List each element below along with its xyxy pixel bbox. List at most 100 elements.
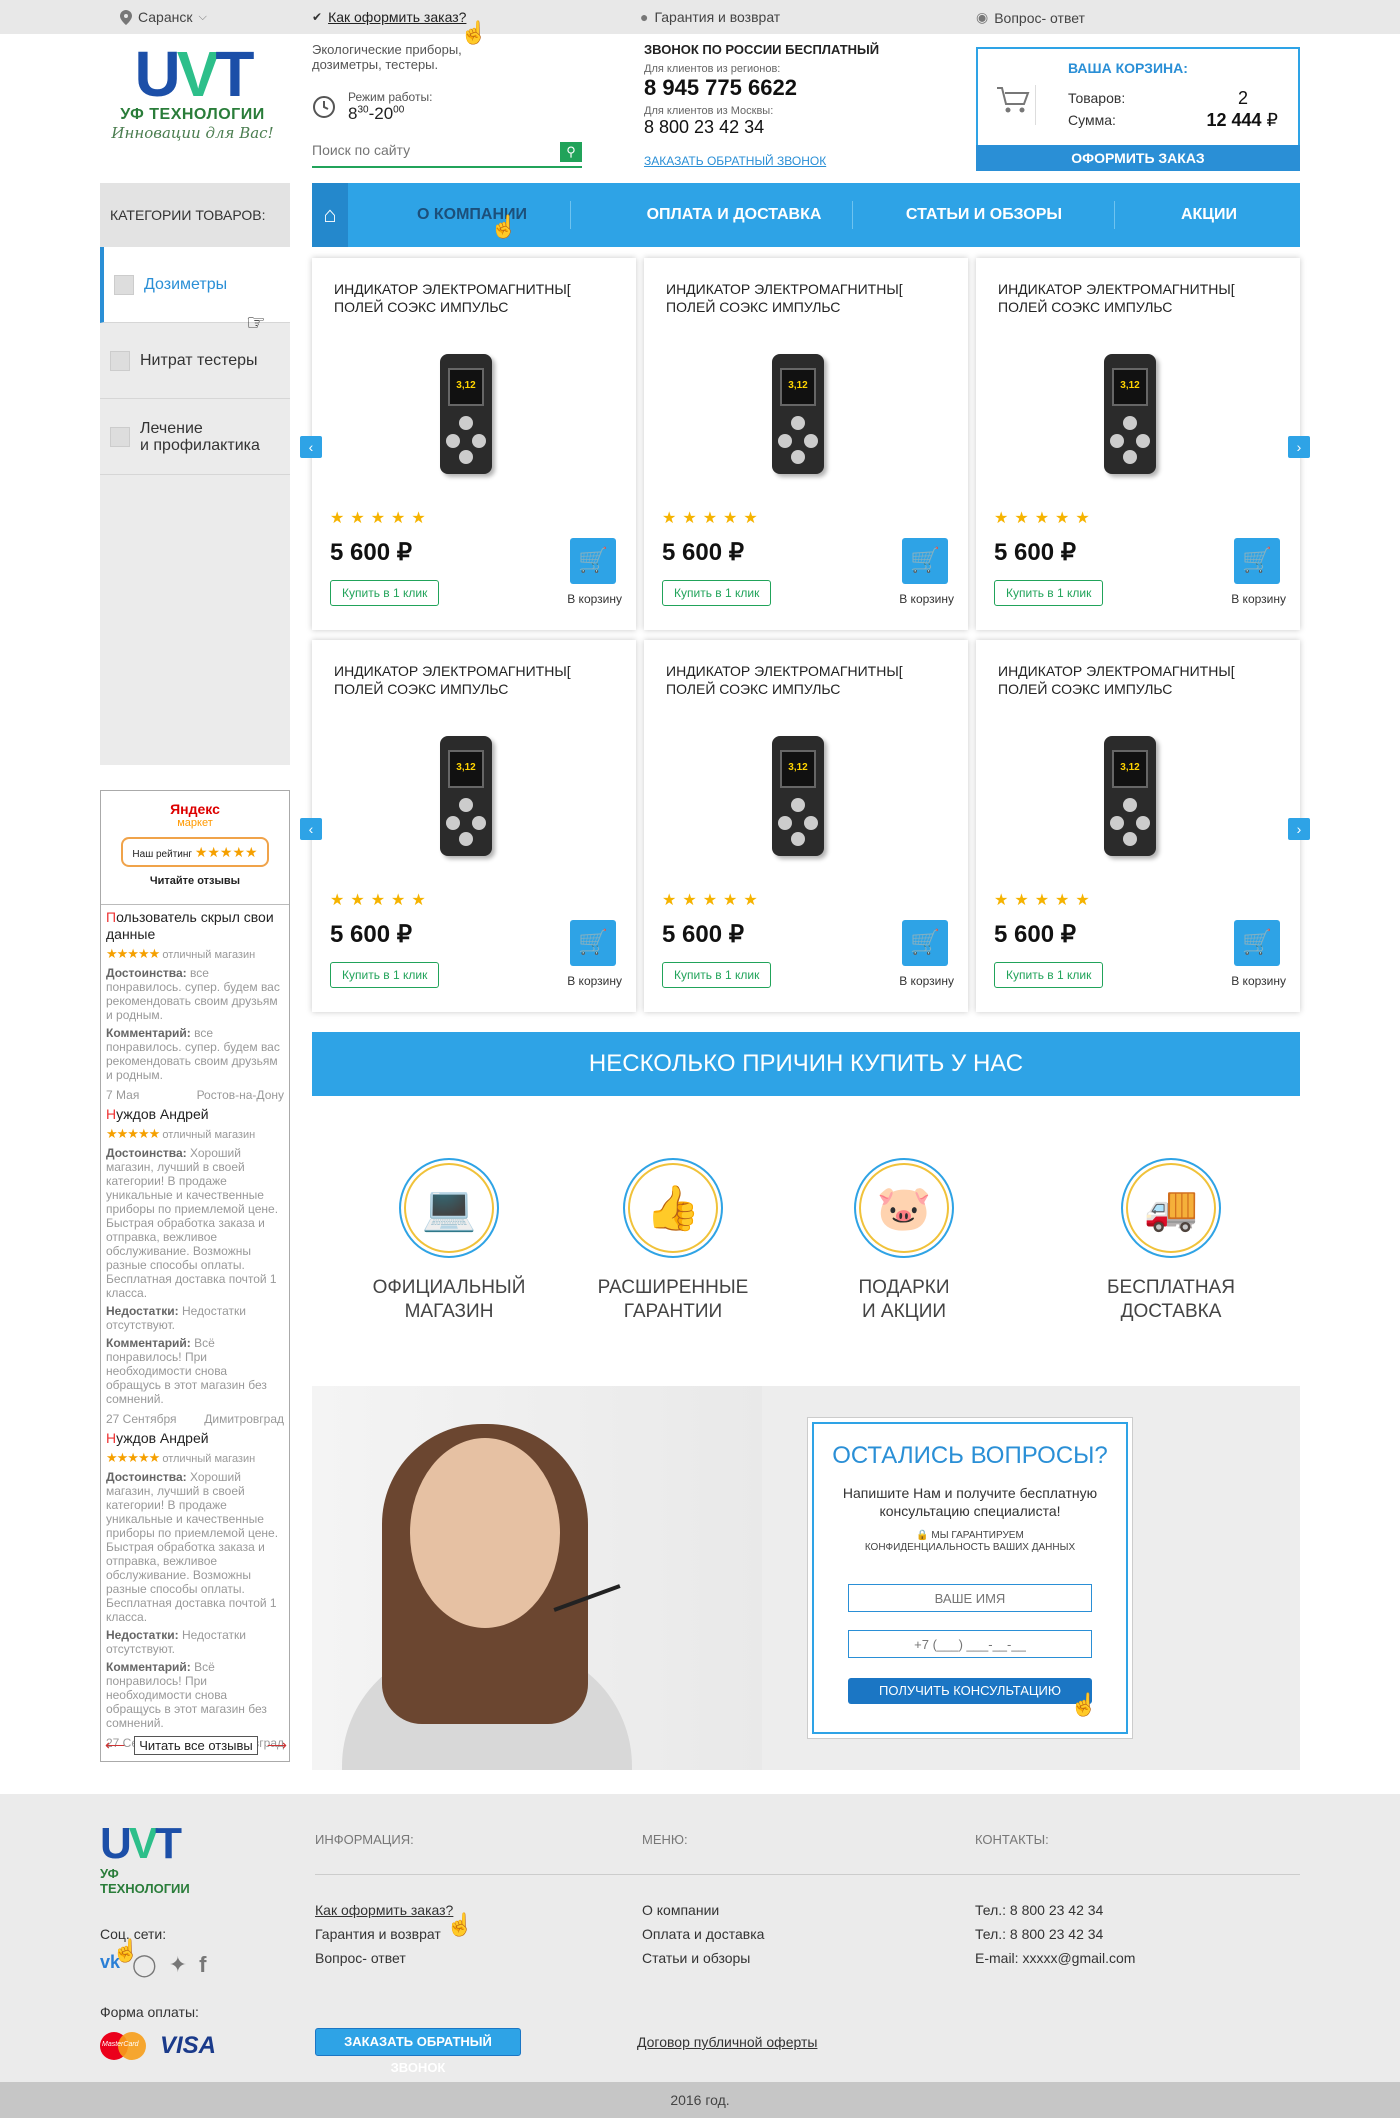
rating-stars: ★★★★★ — [662, 510, 764, 527]
footer-callback-button[interactable]: ЗАКАЗАТЬ ОБРАТНЫЙ ЗВОНОК — [315, 2028, 521, 2075]
phone-field[interactable] — [848, 1630, 1092, 1658]
buy-one-click-button[interactable]: Купить в 1 клик — [662, 962, 772, 988]
arrow-left-icon[interactable]: ⟵ — [105, 1737, 125, 1754]
footer-logo[interactable]: UVT УФ ТЕХНОЛОГИИ — [100, 1819, 210, 1897]
add-to-cart-button[interactable]: 🛒 — [1234, 538, 1280, 584]
add-to-cart-button[interactable]: 🛒 — [902, 920, 948, 966]
sidebar-item-treatment[interactable]: Лечение и профилактика — [100, 399, 290, 475]
buy-one-click-button[interactable]: Купить в 1 клик — [994, 580, 1104, 606]
add-to-cart-button[interactable]: 🛒 — [1234, 920, 1280, 966]
twitter-icon[interactable]: ✦ — [169, 1952, 187, 1978]
warranty-link[interactable]: ● Гарантия и возврат — [640, 9, 780, 25]
cart-widget[interactable]: ВАША КОРЗИНА: Товаров: 2 Сумма: 12 444 ₽ О… — [976, 47, 1300, 171]
product-name[interactable]: ИНДИКАТОР ЭЛЕКТРОМАГНИТНЫ[ ПОЛЕЙ СОЭКС И… — [334, 280, 624, 316]
public-offer-link[interactable]: Договор публичной оферты — [637, 2034, 817, 2050]
product-card[interactable]: ИНДИКАТОР ЭЛЕКТРОМАГНИТНЫ[ ПОЛЕЙ СОЭКС И… — [644, 640, 968, 1012]
product-name[interactable]: ИНДИКАТОР ЭЛЕКТРОМАГНИТНЫ[ ПОЛЕЙ СОЭКС И… — [666, 662, 956, 698]
footer-phone-2[interactable]: Тел.: 8 800 23 42 34 — [975, 1926, 1103, 1942]
product-name[interactable]: ИНДИКАТОР ЭЛЕКТРОМАГНИТНЫ[ ПОЛЕЙ СОЭКС И… — [998, 280, 1288, 316]
product-image[interactable]: 3,12 — [1104, 354, 1156, 474]
footer-link-payment[interactable]: Оплата и доставка — [642, 1926, 764, 1942]
product-image[interactable]: 3,12 — [1104, 736, 1156, 856]
product-card[interactable]: ИНДИКАТОР ЭЛЕКТРОМАГНИТНЫ[ ПОЛЕЙ СОЭКС И… — [312, 640, 636, 1012]
logo-letter-t: T — [155, 1819, 182, 1868]
buy-one-click-button[interactable]: Купить в 1 клик — [994, 962, 1104, 988]
search-button[interactable]: ⚲ — [560, 142, 582, 162]
logo-letter-v: V — [176, 38, 220, 110]
add-to-cart-button[interactable]: 🛒 — [902, 538, 948, 584]
nav-item-company[interactable]: О КОМПАНИИ — [372, 183, 572, 247]
moscow-phone[interactable]: 8 800 23 42 34 — [644, 117, 884, 138]
reviews-widget: Яндекс маркет Наш рейтинг ★★★★★ Читайте … — [100, 790, 290, 1762]
form-subtitle: Напишите Нам и получите бесплатную консу… — [842, 1485, 1098, 1519]
yandex-market-badge[interactable]: Яндекс маркет Наш рейтинг ★★★★★ Читайте … — [101, 791, 289, 905]
device-key — [804, 816, 818, 830]
buy-one-click-button[interactable]: Купить в 1 клик — [330, 962, 440, 988]
product-image[interactable]: 3,12 — [772, 354, 824, 474]
get-consultation-button[interactable]: ПОЛУЧИТЬ КОНСУЛЬТАЦИЮ — [848, 1678, 1092, 1704]
carousel-next-button[interactable]: › — [1288, 436, 1310, 458]
read-all-button[interactable]: Читать все отзывы — [134, 1735, 258, 1755]
regions-phone[interactable]: 8 945 775 6622 — [644, 75, 884, 101]
comment-label: Комментарий: — [106, 1336, 191, 1350]
add-to-cart-button[interactable]: 🛒 — [570, 538, 616, 584]
home-button[interactable]: ⌂ — [312, 183, 348, 247]
author-initial: П — [106, 909, 117, 925]
category-checkbox[interactable] — [114, 274, 134, 295]
logo-letter-t: T — [215, 38, 254, 110]
yandex-logo: Яндекс — [170, 801, 220, 817]
name-field[interactable] — [848, 1584, 1092, 1612]
product-card[interactable]: ИНДИКАТОР ЭЛЕКТРОМАГНИТНЫ[ ПОЛЕЙ СОЭКС И… — [644, 258, 968, 630]
product-price: 5 600 ₽ — [662, 921, 744, 948]
nav-item-payment-delivery[interactable]: ОПЛАТА И ДОСТАВКА — [574, 183, 894, 247]
faq-link[interactable]: ◉ Вопрос- ответ — [976, 9, 1085, 26]
arrow-right-icon[interactable]: ⟶ — [267, 1737, 287, 1754]
carousel-next-button[interactable]: › — [1288, 818, 1310, 840]
search-input[interactable] — [312, 142, 542, 158]
hours-to: -20 — [368, 104, 394, 123]
city-selector[interactable]: Саранск ⌵ — [120, 9, 207, 25]
form-title: ОСТАЛИСЬ ВОПРОСЫ? — [832, 1442, 1108, 1469]
ruble-icon: ₽ — [1266, 110, 1278, 130]
home-icon: ⌂ — [323, 202, 337, 227]
rating-stars: ★★★★★ — [994, 892, 1096, 909]
footer-link-articles[interactable]: Статьи и обзоры — [642, 1950, 750, 1966]
device-screen: 3,12 — [1112, 368, 1148, 406]
product-image[interactable]: 3,12 — [440, 354, 492, 474]
checkout-button[interactable]: ОФОРМИТЬ ЗАКАЗ — [976, 145, 1300, 171]
author-name: уждов Андрей — [116, 1430, 209, 1446]
product-image[interactable]: 3,12 — [772, 736, 824, 856]
footer-link-faq[interactable]: Вопрос- ответ — [315, 1950, 406, 1966]
device-key — [791, 416, 805, 430]
buy-one-click-button[interactable]: Купить в 1 клик — [330, 580, 440, 606]
product-card[interactable]: ИНДИКАТОР ЭЛЕКТРОМАГНИТНЫ[ ПОЛЕЙ СОЭКС И… — [976, 640, 1300, 1012]
footer-link-warranty[interactable]: Гарантия и возврат — [315, 1926, 441, 1942]
product-name[interactable]: ИНДИКАТОР ЭЛЕКТРОМАГНИТНЫ[ ПОЛЕЙ СОЭКС И… — [666, 280, 956, 316]
carousel-prev-button[interactable]: ‹ — [300, 818, 322, 840]
shopping-cart-icon: 🛒 — [910, 929, 940, 956]
device-screen-value: 3,12 — [788, 380, 808, 391]
nav-item-promotions[interactable]: АКЦИИ — [1118, 183, 1300, 247]
category-checkbox[interactable] — [110, 426, 130, 447]
product-name[interactable]: ИНДИКАТОР ЭЛЕКТРОМАГНИТНЫ[ ПОЛЕЙ СОЭКС И… — [334, 662, 624, 698]
site-logo[interactable]: UVT УФ ТЕХНОЛОГИИ Инновации для Вас! — [110, 42, 275, 170]
buy-one-click-button[interactable]: Купить в 1 клик — [662, 580, 772, 606]
footer-info-header: ИНФОРМАЦИЯ: — [315, 1832, 414, 1847]
category-checkbox[interactable] — [110, 350, 130, 371]
product-name[interactable]: ИНДИКАТОР ЭЛЕКТРОМАГНИТНЫ[ ПОЛЕЙ СОЭКС И… — [998, 662, 1288, 698]
nav-divider — [570, 201, 571, 229]
add-to-cart-button[interactable]: 🛒 — [570, 920, 616, 966]
footer-phone-1[interactable]: Тел.: 8 800 23 42 34 — [975, 1902, 1103, 1918]
carousel-prev-button[interactable]: ‹ — [300, 436, 322, 458]
review-author: Нуждов Андрей — [106, 1106, 284, 1123]
footer-email[interactable]: E-mail: xxxxx@gmail.com — [975, 1950, 1135, 1966]
footer-link-how-to-order[interactable]: Как оформить заказ? — [315, 1902, 453, 1918]
nav-item-articles[interactable]: СТАТЬИ И ОБЗОРЫ — [856, 183, 1112, 247]
footer-link-company[interactable]: О компании — [642, 1902, 719, 1918]
how-to-order-link[interactable]: ✔ Как оформить заказ? — [312, 9, 466, 25]
product-image[interactable]: 3,12 — [440, 736, 492, 856]
product-card[interactable]: ИНДИКАТОР ЭЛЕКТРОМАГНИТНЫ[ ПОЛЕЙ СОЭКС И… — [312, 258, 636, 630]
product-card[interactable]: ИНДИКАТОР ЭЛЕКТРОМАГНИТНЫ[ ПОЛЕЙ СОЭКС И… — [976, 258, 1300, 630]
callback-link[interactable]: ЗАКАЗАТЬ ОБРАТНЫЙ ЗВОНОК — [644, 154, 884, 168]
facebook-icon[interactable]: f — [199, 1952, 206, 1978]
